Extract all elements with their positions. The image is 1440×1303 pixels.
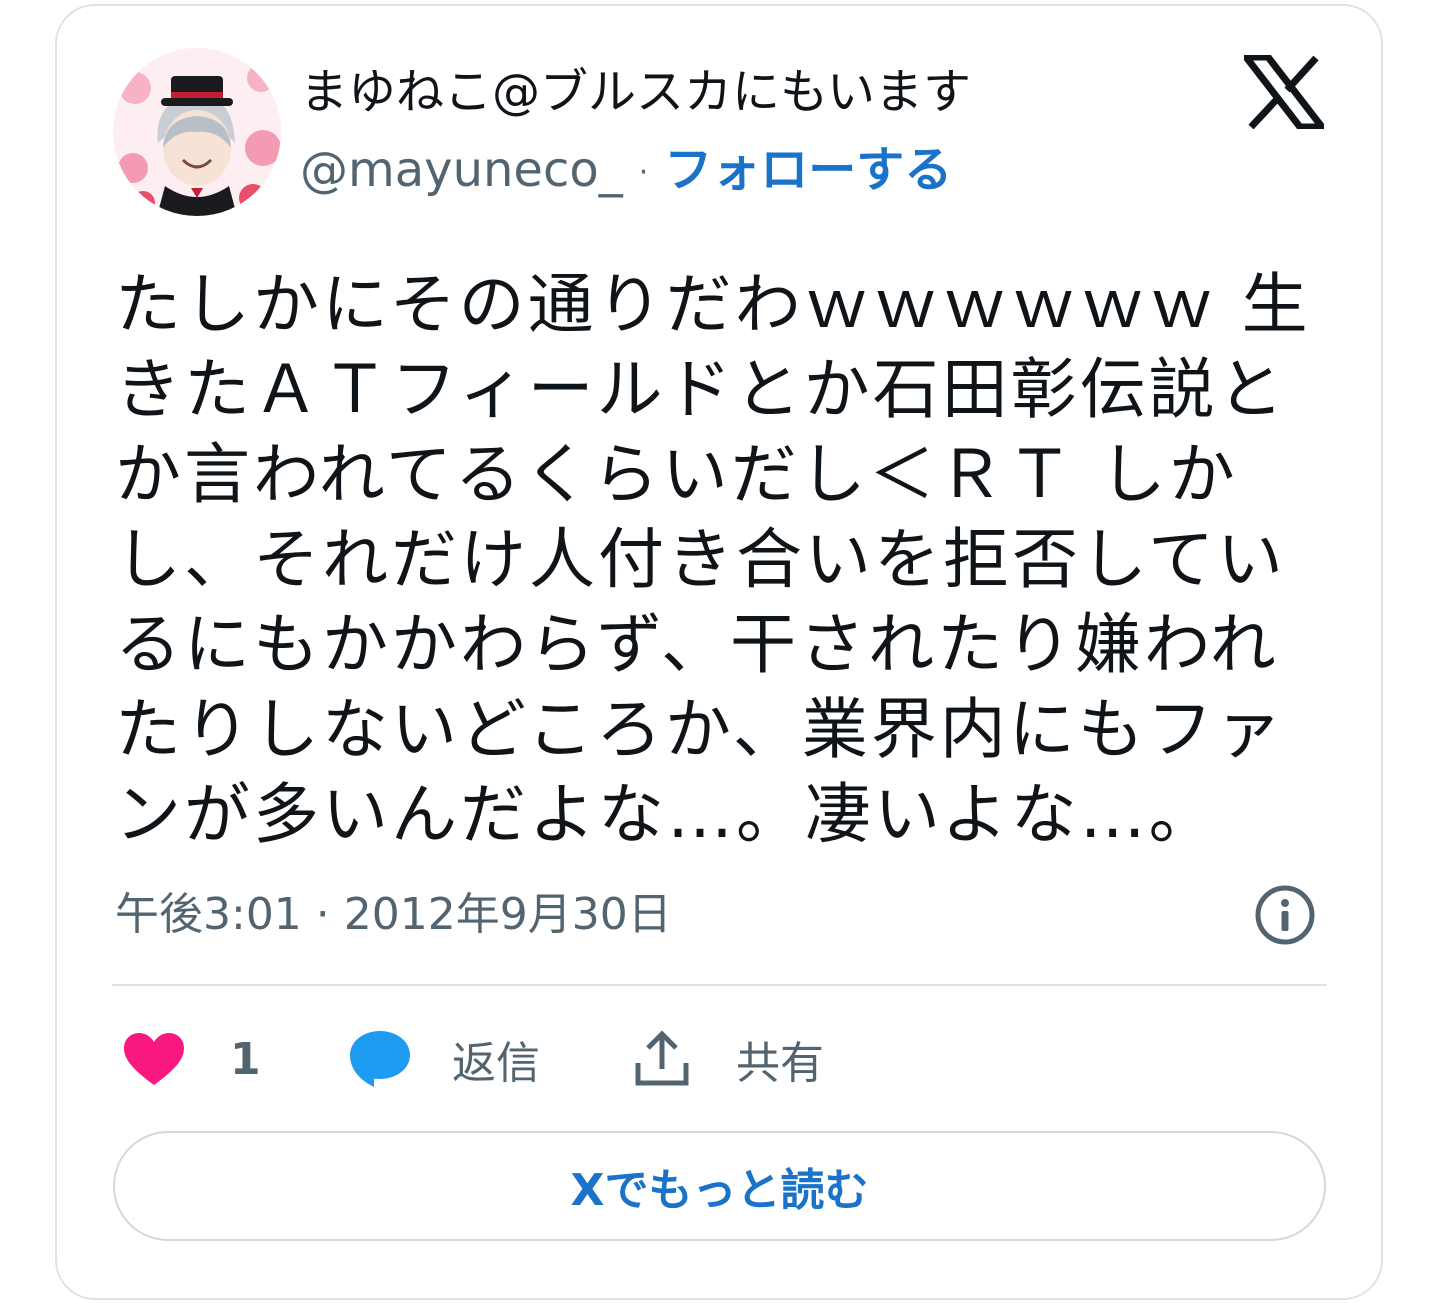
reply-button[interactable]: 返信: [348, 1024, 540, 1094]
heart-icon: [124, 1033, 184, 1085]
reply-label: 返信: [452, 1038, 540, 1089]
speech-bubble-icon: [350, 1031, 410, 1087]
separator-dot: ·: [638, 155, 649, 190]
avatar[interactable]: [113, 48, 281, 216]
avatar-image: [113, 48, 281, 216]
share-label: 共有: [736, 1038, 824, 1089]
divider: [112, 984, 1327, 986]
share-button[interactable]: 共有: [632, 1024, 824, 1094]
author-meta-row: @mayuneco_ · フォローする: [300, 140, 952, 203]
follow-button[interactable]: フォローする: [664, 142, 952, 198]
author-display-name[interactable]: まゆねこ@ブルスカにもいます: [300, 60, 971, 124]
like-count: 1: [230, 1033, 261, 1085]
share-upload-icon: [635, 1030, 689, 1086]
read-more-button[interactable]: Xでもっと読む: [113, 1131, 1326, 1241]
like-button[interactable]: 1: [122, 1024, 261, 1094]
tweet-text: たしかにその通りだわｗｗｗｗｗｗ 生きたＡＴフィールドとか石田彰伝説とか言われて…: [115, 266, 1311, 853]
info-icon[interactable]: [1254, 884, 1316, 946]
x-logo-icon[interactable]: [1244, 55, 1324, 129]
author-handle[interactable]: @mayuneco_: [300, 142, 623, 198]
tweet-timestamp[interactable]: 午後3:01 · 2012年9月30日: [115, 885, 672, 945]
